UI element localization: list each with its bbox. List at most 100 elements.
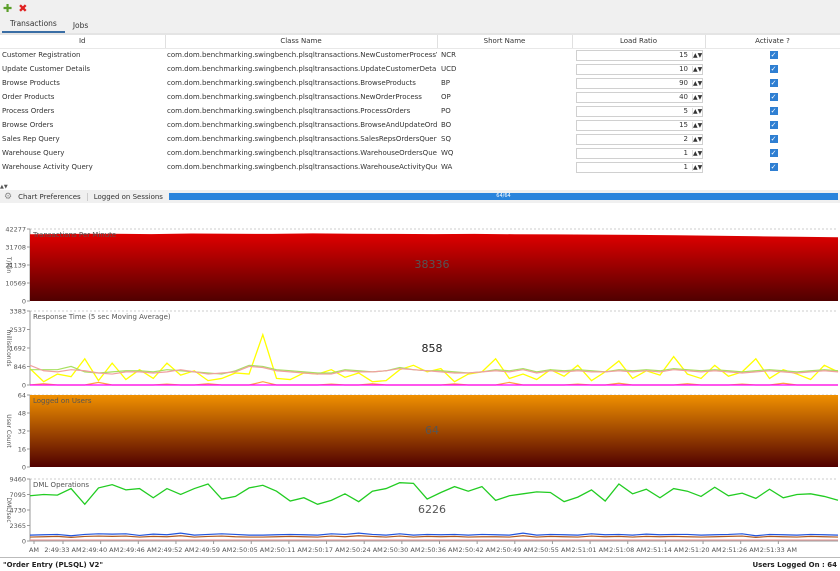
load-ratio-value[interactable]: 1 [577, 149, 692, 157]
table-row[interactable]: Browse Products com.dom.benchmarking.swi… [0, 76, 840, 90]
activate-cell: ✓ [705, 62, 840, 76]
spinner-arrows-icon[interactable]: ▲▼ [692, 79, 702, 87]
load-ratio-cell: 40 ▲▼ [572, 90, 705, 104]
spinner-arrows-icon[interactable]: ▲▼ [692, 135, 702, 143]
load-ratio-spinner[interactable]: 15 ▲▼ [576, 119, 703, 131]
spinner-arrows-icon[interactable]: ▲▼ [692, 93, 702, 101]
line-series [29, 482, 839, 506]
table-row[interactable]: Customer Registration com.dom.benchmarki… [0, 48, 840, 62]
plus-icon[interactable]: ✚ [3, 2, 12, 15]
tab-bar: Transactions Jobs [0, 17, 840, 35]
load-ratio-value[interactable]: 5 [577, 107, 692, 115]
table-row[interactable]: Warehouse Query com.dom.benchmarking.swi… [0, 146, 840, 160]
load-ratio-spinner[interactable]: 1 ▲▼ [576, 161, 703, 173]
y-tick-label: 64 [18, 392, 26, 400]
activate-checkbox[interactable]: ✓ [769, 93, 778, 101]
y-tick-label: 32 [18, 428, 26, 436]
load-ratio-spinner[interactable]: 15 ▲▼ [576, 49, 703, 61]
activate-cell: ✓ [705, 90, 840, 104]
load-ratio-spinner[interactable]: 90 ▲▼ [576, 77, 703, 89]
x-tick-label: 2:51:26 AM [722, 546, 759, 554]
column-header[interactable]: Short Name [437, 35, 573, 49]
load-ratio-spinner[interactable]: 10 ▲▼ [576, 63, 703, 75]
load-ratio-value[interactable]: 15 [577, 51, 692, 59]
transaction-id: Browse Products [2, 79, 60, 87]
load-ratio-spinner[interactable]: 5 ▲▼ [576, 105, 703, 117]
table-row[interactable]: Process Orders com.dom.benchmarking.swin… [0, 104, 840, 118]
table-row[interactable]: Sales Rep Query com.dom.benchmarking.swi… [0, 132, 840, 146]
spinner-arrows-icon[interactable]: ▲▼ [692, 163, 702, 171]
load-ratio-spinner[interactable]: 1 ▲▼ [576, 147, 703, 159]
x-tick-label: 2:50:24 AM [346, 546, 383, 554]
benchmark-name: "Order Entry (PLSQL) V2" [3, 560, 104, 569]
load-ratio-spinner[interactable]: 2 ▲▼ [576, 133, 703, 145]
class-name: com.dom.benchmarking.swingbench.plsqltra… [167, 107, 411, 115]
spinner-arrows-icon[interactable]: ▲▼ [692, 65, 702, 73]
x-tick-label: 2:49:52 AM [157, 546, 194, 554]
spinner-arrows-icon[interactable]: ▲▼ [692, 107, 702, 115]
transaction-id: Warehouse Activity Query [2, 163, 93, 171]
load-ratio-cell: 5 ▲▼ [572, 104, 705, 118]
y-tick-label: 48 [18, 410, 26, 418]
activate-checkbox[interactable]: ✓ [769, 51, 778, 60]
load-ratio-value[interactable]: 10 [577, 65, 692, 73]
y-tick-label: 31708 [5, 244, 26, 252]
load-ratio-cell: 90 ▲▼ [572, 76, 705, 90]
load-ratio-value[interactable]: 1 [577, 163, 692, 171]
load-ratio-spinner[interactable]: 40 ▲▼ [576, 91, 703, 103]
activate-checkbox[interactable]: ✓ [769, 79, 778, 87]
short-name: NCR [441, 51, 456, 60]
class-name: com.dom.benchmarking.swingbench.plsqltra… [167, 65, 437, 73]
y-tick-label: 3383 [9, 308, 26, 316]
x-icon[interactable]: ✖ [18, 2, 27, 15]
table-row[interactable]: Update Customer Details com.dom.benchmar… [0, 62, 840, 76]
load-ratio-cell: 1 ▲▼ [572, 146, 705, 160]
activate-cell: ✓ [705, 48, 840, 62]
short-name: WA [441, 163, 453, 171]
column-header[interactable]: Load Ratio [572, 35, 706, 49]
load-ratio-value[interactable]: 90 [577, 79, 692, 87]
y-axis-label: User Count [5, 414, 12, 448]
current-value: 38336 [415, 258, 450, 271]
activate-checkbox[interactable]: ✓ [769, 163, 778, 171]
transaction-id: Warehouse Query [2, 149, 65, 157]
column-header[interactable]: Class Name [165, 35, 438, 49]
load-ratio-cell: 10 ▲▼ [572, 62, 705, 76]
spinner-arrows-icon[interactable]: ▲▼ [692, 149, 702, 157]
column-header[interactable]: Id [0, 35, 166, 49]
y-tick-label: 0 [22, 464, 26, 472]
transaction-id: Browse Orders [2, 121, 54, 129]
load-ratio-value[interactable]: 15 [577, 121, 692, 129]
column-header[interactable]: Activate ? [705, 35, 840, 49]
x-tick-label: 2:49:46 AM [120, 546, 157, 554]
transactions-table: Id Class Name Short Name Load Ratio Activate… [0, 35, 840, 174]
spinner-arrows-icon[interactable]: ▲▼ [692, 51, 702, 59]
short-name: OP [441, 93, 451, 101]
table-row[interactable]: Order Products com.dom.benchmarking.swin… [0, 90, 840, 104]
x-tick-label: 2:50:30 AM [383, 546, 420, 554]
users-logged-on: Users Logged On : 64 [752, 560, 838, 569]
table-row[interactable]: Browse Orders com.dom.benchmarking.swing… [0, 118, 840, 132]
activate-checkbox[interactable]: ✓ [769, 135, 778, 143]
x-tick-label: AM [29, 546, 39, 554]
transaction-id: Order Products [2, 93, 55, 101]
spinner-arrows-icon[interactable]: ▲▼ [692, 121, 702, 129]
activate-checkbox[interactable]: ✓ [769, 107, 778, 115]
x-tick-label: 2:51:08 AM [609, 546, 646, 554]
chart-panel: 3383253716928460millisecondsResponse Tim… [5, 308, 839, 390]
table-row[interactable]: Warehouse Activity Query com.dom.benchma… [0, 160, 840, 174]
current-value: 6226 [418, 503, 446, 516]
activate-cell: ✓ [705, 132, 840, 146]
tab-jobs[interactable]: Jobs [65, 21, 96, 33]
load-ratio-value[interactable]: 40 [577, 93, 692, 101]
load-ratio-value[interactable]: 2 [577, 135, 692, 143]
activate-checkbox[interactable]: ✓ [769, 65, 778, 73]
chart-preferences-button[interactable]: Chart Preferences [18, 192, 88, 201]
activate-checkbox[interactable]: ✓ [769, 149, 778, 157]
y-tick-label: 10569 [5, 280, 26, 288]
activate-checkbox[interactable]: ✓ [769, 121, 778, 129]
transaction-id: Update Customer Details [2, 65, 91, 73]
gear-icon[interactable]: ⚙ [4, 192, 12, 202]
y-tick-label: 0 [22, 382, 26, 390]
tab-transactions[interactable]: Transactions [2, 19, 65, 33]
